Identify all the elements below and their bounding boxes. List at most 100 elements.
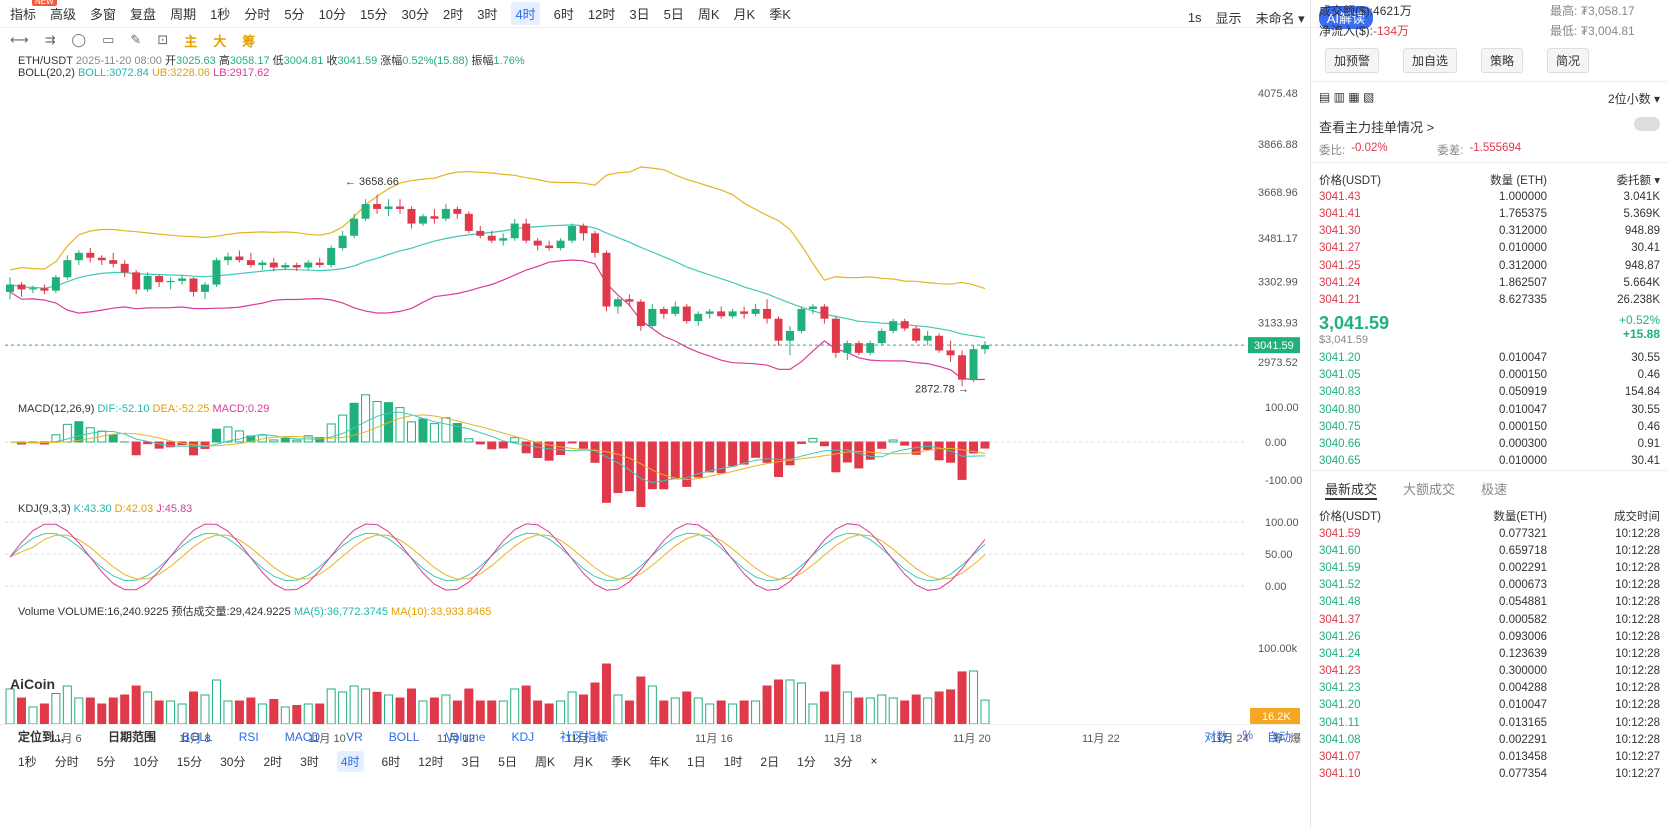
draw-tool-icon-5[interactable]: ⊡ [157,32,168,48]
scale-option-0[interactable]: 对数 [1204,728,1228,745]
bottom-period-11[interactable]: 3日 [462,753,481,770]
toolbar-item-16[interactable]: 12时 [588,4,615,23]
ask-row[interactable]: 3041.43 1.000000 3.041K [1311,188,1668,205]
indicator-item-3[interactable]: RSI [239,730,259,744]
bottom-period-12[interactable]: 5日 [498,753,517,770]
toolbar-item-9[interactable]: 10分 [319,4,346,23]
toolbar-item-20[interactable]: 月K [734,4,756,23]
ask-row[interactable]: 3041.27 0.010000 30.41 [1311,240,1668,257]
toolbar-item-13[interactable]: 3时 [477,4,497,23]
draw-tool-icon-4[interactable]: ✎ [130,32,141,48]
toolbar-item-19[interactable]: 周K [698,4,720,23]
bottom-period-22[interactable]: × [870,754,877,768]
bottom-period-15[interactable]: 季K [611,753,631,770]
trade-tab-2[interactable]: 极速 [1481,479,1507,500]
action-button-2[interactable]: 策略 [1481,48,1524,73]
scale-option-1[interactable]: % [1242,728,1253,745]
bottom-period-7[interactable]: 3时 [300,753,319,770]
toolbar-item-14[interactable]: 4时 [511,2,540,25]
bid-row[interactable]: 3040.66 0.000300 0.91 [1311,435,1668,452]
bottom-period-2[interactable]: 5分 [97,753,116,770]
toolbar-item-18[interactable]: 5日 [664,4,684,23]
kline-chart[interactable]: 4075.48 3866.88 3668.96 3481.17 3302.99 3133.… [0,52,1305,752]
bid-row[interactable]: 3040.65 0.010000 30.41 [1311,453,1668,470]
bottom-period-20[interactable]: 1分 [797,753,816,770]
bottom-period-10[interactable]: 12时 [418,753,443,770]
toolbar-item-5[interactable]: 周期 [170,4,196,23]
indicator-item-9[interactable]: 社区指标 [560,728,608,745]
ask-row[interactable]: 3041.24 1.862507 5.664K [1311,274,1668,291]
candle-body [545,245,554,248]
draw-label-0[interactable]: 主 [184,31,197,50]
account-select[interactable]: 未命名 ▾ [1256,8,1305,27]
bottom-period-13[interactable]: 周K [535,753,555,770]
draw-tool-icon-3[interactable]: ▭ [102,32,114,48]
bid-row[interactable]: 3041.05 0.000150 0.46 [1311,367,1668,384]
depth-toggle[interactable] [1634,117,1660,131]
action-button-1[interactable]: 加自选 [1403,48,1458,73]
action-button-0[interactable]: 加预警 [1325,48,1380,73]
toolbar-item-15[interactable]: 6时 [554,4,574,23]
depth-title[interactable]: 查看主力挂单情况 > [1319,117,1434,136]
depth-row[interactable]: 查看主力挂单情况 > [1311,115,1668,138]
bottom-period-8[interactable]: 4时 [336,750,364,772]
bottom-period-19[interactable]: 2日 [760,753,779,770]
toolbar-item-10[interactable]: 15分 [360,4,387,23]
ob-header-2[interactable]: 委托额 ▾ [1547,172,1660,188]
toolbar-item-17[interactable]: 3日 [629,4,649,23]
bottom-period-21[interactable]: 3分 [834,753,853,770]
draw-label-1[interactable]: 大 [213,31,226,50]
bid-row[interactable]: 3041.20 0.010047 30.55 [1311,350,1668,367]
toolbar-item-7[interactable]: 分时 [244,4,270,23]
orderbook-view-icon[interactable]: ▤ ▥ ▦ ▧ [1319,90,1374,107]
indicator-item-4[interactable]: MACD [285,730,320,744]
indicator-item-6[interactable]: BOLL [389,730,420,744]
bottom-period-5[interactable]: 30分 [220,753,245,770]
toolbar-item-21[interactable]: 季K [769,4,791,23]
bottom-period-4[interactable]: 15分 [177,753,202,770]
draw-label-2[interactable]: 筹 [242,31,255,50]
interval-1s[interactable]: 1s [1188,10,1202,25]
bottom-period-0[interactable]: 1秒 [18,753,37,770]
toolbar-item-8[interactable]: 5分 [284,4,304,23]
toolbar-item-12[interactable]: 2时 [443,4,463,23]
bottom-period-14[interactable]: 月K [573,753,593,770]
indicator-item-2[interactable]: BOLL [182,730,213,744]
toolbar-item-2[interactable]: 多窗 [90,4,116,23]
indicator-item-8[interactable]: KDJ [511,730,534,744]
bottom-period-17[interactable]: 1日 [687,753,706,770]
trade-tab-0[interactable]: 最新成交 [1325,479,1378,500]
bottom-period-9[interactable]: 6时 [382,753,401,770]
indicator-item-1[interactable]: 日期范围 [90,728,156,745]
bottom-period-6[interactable]: 2时 [263,753,282,770]
bottom-period-1[interactable]: 分时 [55,753,79,770]
display-button[interactable]: 显示 [1216,8,1242,27]
bid-row[interactable]: 3040.83 0.050919 154.84 [1311,384,1668,401]
ask-row[interactable]: 3041.25 0.312000 948.87 [1311,257,1668,274]
decimal-select[interactable]: 2位小数 ▾ [1608,90,1660,107]
bid-row[interactable]: 3040.80 0.010047 30.55 [1311,401,1668,418]
trade-tab-1[interactable]: 大额成交 [1403,479,1455,500]
toolbar-item-6[interactable]: 1秒 [210,4,230,23]
toolbar-item-1[interactable]: 高级 [50,4,76,23]
draw-tool-icon-1[interactable]: ⇉ [45,32,56,48]
draw-tool-icon-2[interactable]: ◯ [72,32,87,48]
toolbar-item-11[interactable]: 30分 [402,4,429,23]
bottom-period-3[interactable]: 10分 [133,753,158,770]
bottom-period-16[interactable]: 年K [649,753,669,770]
volume-bar [28,706,38,725]
trade-row: 3041.10 0.077354 10:12:27 [1319,768,1660,781]
indicator-item-7[interactable]: Volume [445,730,485,744]
draw-tool-icon-0[interactable]: ⟷ [10,32,29,48]
toolbar-item-0[interactable]: 指标 [10,4,36,23]
bid-row[interactable]: 3040.75 0.000150 0.46 [1311,418,1668,435]
action-button-3[interactable]: 简况 [1547,48,1590,73]
indicator-item-5[interactable]: VR [346,730,363,744]
toolbar-item-3[interactable]: 复盘 [130,4,156,23]
ask-row[interactable]: 3041.21 8.627335 26.238K [1311,291,1668,308]
ask-row[interactable]: 3041.41 1.765375 5.369K [1311,205,1668,222]
indicator-item-0[interactable]: 定位到... [0,728,64,745]
ask-row[interactable]: 3041.30 0.312000 948.89 [1311,223,1668,240]
bottom-period-18[interactable]: 1时 [724,753,743,770]
scale-option-2[interactable]: 自动 [1267,728,1291,745]
